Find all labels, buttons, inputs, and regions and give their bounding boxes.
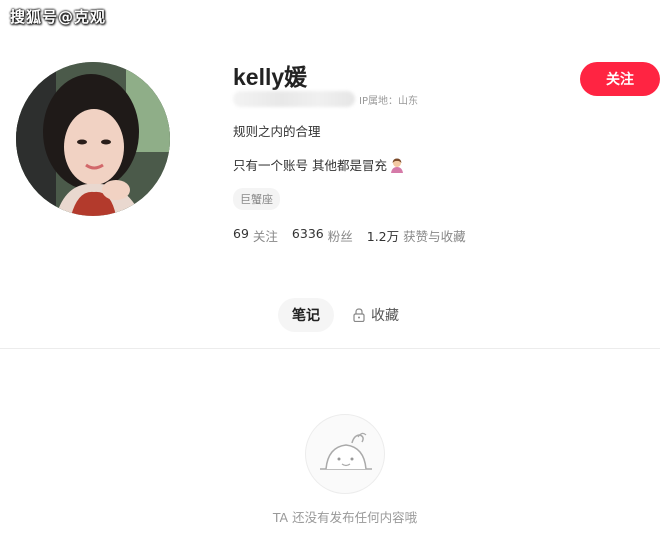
stat-following[interactable]: 69 关注 xyxy=(233,226,278,245)
tab-collections-label: 收藏 xyxy=(371,308,399,324)
lock-icon xyxy=(353,308,365,323)
tabs-divider xyxy=(0,348,660,349)
stat-label: 获赞与收藏 xyxy=(403,229,466,244)
tab-notes[interactable]: 笔记 xyxy=(278,298,334,332)
person-emoji-icon xyxy=(389,157,405,173)
stat-label: 粉丝 xyxy=(327,229,353,244)
empty-notes-icon xyxy=(305,414,385,494)
stat-number: 69 xyxy=(233,226,249,241)
nickname: kelly媛 xyxy=(233,64,308,90)
tab-collections[interactable]: 收藏 xyxy=(348,298,404,332)
stats-row: 69 关注 6336 粉丝 1.2万 获赞与收藏 xyxy=(233,226,480,245)
avatar-photo xyxy=(16,62,170,216)
bio-line-2: 只有一个账号 其他都是冒充 xyxy=(233,155,405,174)
zodiac-tag: 巨蟹座 xyxy=(233,188,280,210)
bio-line-2-text: 只有一个账号 其他都是冒充 xyxy=(233,158,387,173)
ip-location: IP属地：山东 xyxy=(359,95,418,107)
stat-likes: 1.2万 获赞与收藏 xyxy=(367,226,466,245)
id-row: IP属地：山东 xyxy=(233,91,418,107)
stat-number: 6336 xyxy=(291,226,324,241)
avatar[interactable] xyxy=(16,62,170,216)
stat-label: 关注 xyxy=(252,229,278,244)
bio-line-1: 规则之内的合理 xyxy=(233,124,321,139)
watermark: 搜狐号@克观 xyxy=(10,8,107,26)
stat-fans[interactable]: 6336 粉丝 xyxy=(292,226,353,245)
follow-button[interactable]: 关注 xyxy=(580,62,660,96)
empty-state-text: TA 还没有发布任何内容哦 xyxy=(272,510,418,525)
redacted-id xyxy=(233,91,355,107)
stat-number: 1.2万 xyxy=(366,229,400,244)
profile-tabs: 笔记 收藏 xyxy=(0,298,660,334)
